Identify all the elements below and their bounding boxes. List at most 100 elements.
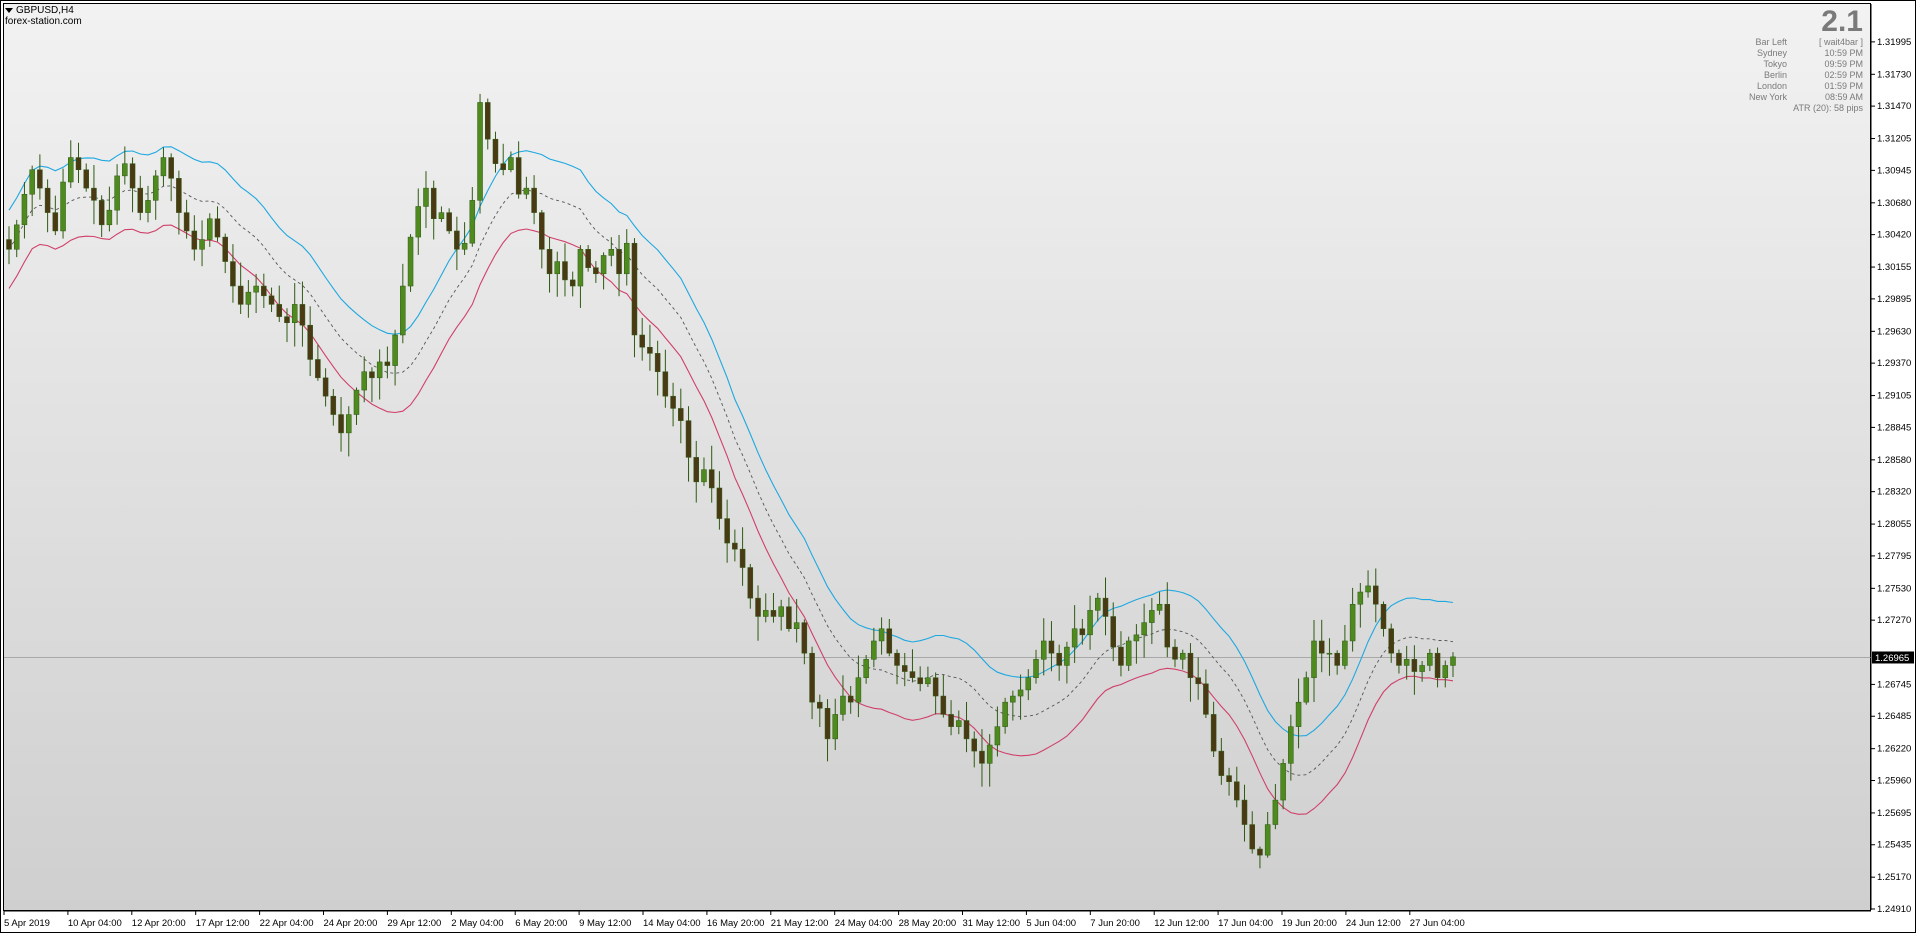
time-tick-label: 22 Apr 04:00: [260, 918, 314, 929]
candle-body: [1342, 640, 1348, 666]
symbol-selector[interactable]: GBPUSD,H4: [5, 5, 82, 16]
candle-body: [1141, 622, 1147, 636]
candle-body: [624, 242, 630, 275]
current-price-tag-label: 1.26965: [1875, 653, 1909, 664]
candle-body: [1195, 677, 1201, 685]
price-tick-label: 1.28055: [1877, 519, 1911, 530]
candle-body: [1280, 763, 1286, 801]
time-tick-label: 31 May 12:00: [963, 918, 1021, 929]
candle-body: [1087, 610, 1093, 636]
info-row-london: London 01:59 PM: [1723, 81, 1863, 92]
candle-body: [1164, 603, 1171, 648]
candle-body: [971, 738, 977, 752]
price-tick-label: 1.29370: [1877, 358, 1911, 369]
candle-body: [708, 469, 715, 489]
candle-body: [168, 157, 174, 179]
candle-body: [631, 242, 638, 336]
candle-body: [160, 157, 167, 177]
candle-body: [871, 640, 877, 660]
price-tick-label: 1.31730: [1877, 69, 1911, 80]
candle-body: [1434, 652, 1441, 678]
candle-body: [994, 726, 1001, 746]
price-axis: 1.31995 1.31730 1.31470 1.31205 1.30945 1.306…: [1870, 4, 1911, 915]
candle-body: [562, 261, 568, 281]
time-tick-label: 9 May 12:00: [579, 918, 631, 929]
lower-band-line: [8, 224, 1454, 815]
time-tick-label: 27 Jun 04:00: [1410, 918, 1465, 929]
candle-body: [1118, 646, 1124, 666]
info-row-value: [ wait4bar ]: [1818, 37, 1863, 47]
candle-body: [400, 285, 406, 336]
price-tick-label: 1.30155: [1877, 262, 1911, 273]
candle-body: [1334, 652, 1340, 666]
candle-body: [1403, 659, 1410, 666]
candle-body: [1203, 683, 1209, 715]
chart-window[interactable]: 1.31995 1.31730 1.31470 1.31205 1.30945 1.306…: [0, 0, 1916, 933]
candle-body: [755, 597, 761, 617]
price-tick-label: 1.26485: [1877, 711, 1911, 722]
candle-body: [284, 316, 290, 324]
candle-body: [477, 102, 483, 201]
candle-body: [1411, 659, 1418, 672]
candle-body: [1210, 714, 1217, 752]
price-tick-label: 1.30420: [1877, 230, 1911, 241]
price-tick-label: 1.24910: [1877, 904, 1911, 915]
candle-body: [152, 175, 159, 201]
price-tick-label: 1.26220: [1877, 744, 1911, 755]
candle-body: [940, 695, 947, 715]
candle-body: [956, 720, 962, 727]
candle-body: [137, 187, 144, 213]
middle-band-line: [8, 185, 1454, 776]
chart-canvas[interactable]: 1.31995 1.31730 1.31470 1.31205 1.30945 1.306…: [1, 1, 1916, 934]
candle-body: [678, 408, 684, 421]
candle-body: [407, 236, 414, 287]
time-tick-label: 24 May 04:00: [835, 918, 893, 929]
dropdown-triangle-icon[interactable]: [5, 8, 13, 13]
candle-body: [793, 622, 800, 629]
candle-body: [1002, 701, 1008, 727]
candle-body: [1010, 695, 1016, 703]
candle-body: [1380, 603, 1387, 629]
candle-body: [37, 169, 43, 189]
candle-body: [732, 542, 738, 550]
price-tick-label: 1.25435: [1877, 840, 1911, 851]
candle-body: [569, 279, 576, 287]
candle-body: [647, 346, 653, 354]
time-tick-label: 12 Jun 12:00: [1154, 918, 1209, 929]
candle-body: [639, 334, 645, 348]
candle-body: [855, 677, 862, 703]
candle-body: [1365, 585, 1371, 593]
candle-body: [1017, 689, 1024, 697]
time-tick-label: 24 Apr 20:00: [324, 918, 378, 929]
info-row-label: Bar Left: [1755, 37, 1787, 47]
candles-layer: [6, 93, 1456, 869]
price-tick-label: 1.29895: [1877, 294, 1911, 305]
candle-body: [392, 334, 398, 366]
candle-body: [1133, 634, 1140, 642]
info-row-value: 09:59 PM: [1824, 59, 1863, 69]
price-tick-label: 1.27530: [1877, 583, 1911, 594]
candle-body: [1357, 591, 1364, 605]
candle-body: [886, 628, 893, 654]
candle-body: [986, 744, 993, 764]
candle-body: [840, 695, 846, 715]
candle-body: [1056, 652, 1062, 666]
candle-body: [724, 518, 730, 544]
candle-body: [98, 200, 105, 226]
candle-body: [577, 249, 584, 287]
candle-body: [809, 652, 815, 703]
candle-body: [1318, 640, 1325, 654]
info-row-value: 10:59 PM: [1824, 48, 1863, 58]
candle-body: [608, 249, 615, 256]
info-big-value: 2.1: [1821, 5, 1863, 38]
time-tick-label: 19 Jun 20:00: [1282, 918, 1337, 929]
candle-body: [1102, 597, 1109, 617]
candle-body: [531, 187, 537, 213]
time-tick-label: 28 May 20:00: [899, 918, 957, 929]
candle-body: [917, 677, 923, 685]
time-tick-label: 6 May 20:00: [515, 918, 567, 929]
candle-body: [693, 457, 700, 483]
candle-body: [1442, 665, 1449, 678]
candle-body: [909, 671, 916, 678]
candle-body: [1172, 646, 1178, 660]
